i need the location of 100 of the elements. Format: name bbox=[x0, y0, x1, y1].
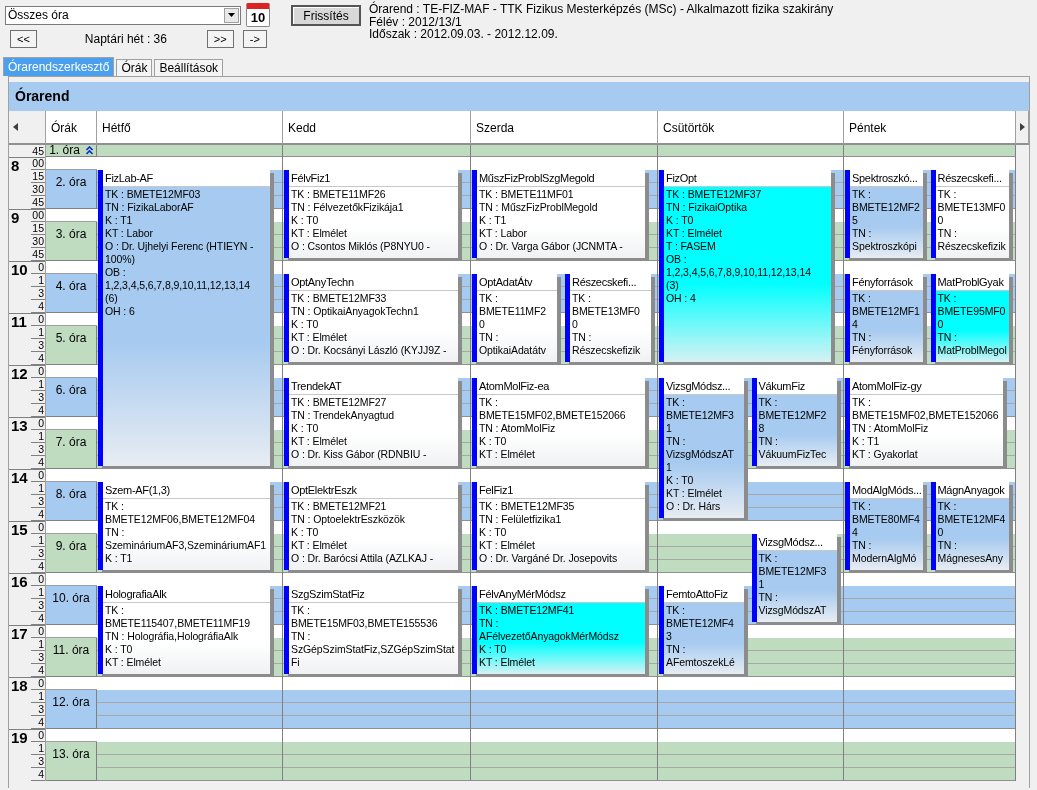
course-detail: TK : bbox=[105, 500, 125, 513]
course-detail: TN : AtomMolFiz bbox=[479, 422, 557, 435]
course-detail: KT : Labor bbox=[479, 227, 528, 240]
course-detail: KT : Elmélet bbox=[479, 448, 536, 461]
course-detail: TN : bbox=[666, 435, 687, 448]
course-detail: T : FASEM bbox=[666, 240, 717, 253]
course-detail: TK : BMETE12MF03 bbox=[105, 188, 202, 201]
time-tick: 4 bbox=[31, 300, 45, 313]
course-detail: O : Csontos Miklós (P8NYU0 - bbox=[291, 240, 431, 253]
time-tick: 45 bbox=[31, 145, 45, 158]
course-detail: BMETE12MF4 bbox=[937, 513, 1007, 526]
course-detail: KT : Elmélet bbox=[291, 331, 348, 344]
course-detail: TN : OptikaiAnyagokTechn1 bbox=[291, 305, 420, 318]
calendar-button[interactable]: 10 bbox=[246, 3, 270, 27]
time-tick: 45 bbox=[31, 248, 45, 261]
course-detail: SzemináriumAF3,SzemináriumAF1 bbox=[105, 539, 268, 552]
course-detail: 100%) bbox=[105, 253, 136, 266]
time-tick: 0 bbox=[31, 677, 45, 690]
course-detail: TK : bbox=[572, 292, 592, 305]
course-detail: TN : bbox=[666, 643, 687, 656]
hour-label: 18 bbox=[10, 678, 28, 693]
go-button[interactable]: -> bbox=[242, 30, 267, 48]
course-detail: Fi bbox=[291, 656, 301, 669]
period-label: 11. óra bbox=[52, 643, 90, 657]
course-detail: BMETE12MF2 bbox=[852, 201, 921, 214]
course-detail: TN : FélvezetőkFizikája1 bbox=[291, 201, 405, 214]
course-detail: TN : bbox=[937, 331, 958, 344]
course-detail: BMETE80MF4 bbox=[852, 513, 921, 526]
course-detail: 0 bbox=[479, 318, 486, 331]
course-detail: K : T0 bbox=[105, 643, 134, 656]
course-detail: (3) bbox=[666, 279, 680, 292]
time-tick: 1 bbox=[31, 378, 45, 391]
time-tick: 1 bbox=[31, 638, 45, 651]
time-tick: 4 bbox=[31, 612, 45, 625]
tab[interactable]: Beállítások bbox=[154, 59, 224, 76]
hour-label: 10 bbox=[10, 262, 28, 277]
hour-label: 17 bbox=[10, 626, 28, 641]
hour-label: 9 bbox=[10, 210, 20, 225]
period-label: 13. óra bbox=[52, 747, 90, 761]
time-tick: 0 bbox=[31, 313, 45, 326]
course-detail: AFélvezetőAnyagokMérMódsz bbox=[479, 630, 620, 643]
collapse-icon[interactable] bbox=[85, 146, 93, 155]
time-tick: 15 bbox=[31, 222, 45, 235]
course-detail: 4 bbox=[852, 526, 859, 539]
course-detail: OB : bbox=[105, 266, 127, 279]
course-detail: KT : Elmélet bbox=[291, 539, 348, 552]
course-detail: K : T1 bbox=[852, 435, 881, 448]
period-label: 8. óra bbox=[55, 487, 87, 501]
time-tick: 3 bbox=[31, 391, 45, 404]
tab[interactable]: Órák bbox=[116, 59, 153, 76]
course-detail: TK : BMETE11MF26 bbox=[291, 188, 387, 201]
period-label: 2. óra bbox=[55, 175, 87, 189]
course-detail: 8 bbox=[758, 422, 766, 435]
scroll-left-icon[interactable] bbox=[13, 123, 18, 131]
course-detail: TN : bbox=[105, 526, 126, 539]
previous-week-button[interactable]: << bbox=[10, 30, 37, 48]
course-detail: KT : Elmélet bbox=[479, 539, 536, 552]
period-select[interactable]: Összes óra bbox=[5, 5, 241, 25]
course-detail: TN : bbox=[479, 331, 500, 344]
time-tick: 3 bbox=[31, 339, 45, 352]
course-detail: KT : Gyakorlat bbox=[852, 448, 919, 461]
course-detail: TK : BMETE12MF27 bbox=[291, 396, 388, 409]
time-tick: 0 bbox=[31, 417, 45, 430]
course-detail: VákuumFizTec bbox=[758, 448, 828, 461]
time-tick: 3 bbox=[31, 703, 45, 716]
time-tick: 00 bbox=[31, 209, 45, 222]
period-label: 10. óra bbox=[52, 591, 90, 605]
course-detail: TN : bbox=[937, 227, 958, 240]
course-detail: K : T0 bbox=[479, 643, 508, 656]
course-detail: O : Dr. Kocsányi László (KYJJ9Z - bbox=[291, 344, 448, 357]
info-line: Órarend : TE-FIZ-MAF - TTK Fizikus Mesterképzés (MSc) - Alkalmazott fizika szakirány bbox=[369, 3, 834, 16]
course-detail: BMETE12MF1 bbox=[852, 305, 921, 318]
course-detail: 1,2,3,4,5,6,7,8,9,10,11,12,13,14 bbox=[666, 266, 812, 279]
course-title: OptAdatÁtv bbox=[477, 274, 557, 291]
period-label: 12. óra bbox=[52, 695, 90, 709]
period-label: 3. óra bbox=[55, 227, 87, 241]
hour-label: 16 bbox=[10, 574, 28, 589]
course-detail: K : T0 bbox=[291, 526, 320, 539]
course-detail: BMETE12MF2 bbox=[758, 409, 828, 422]
course-detail: MágnesesAny bbox=[937, 552, 1004, 565]
course-detail: O : Dr. Varga Gábor (JCNMTA - bbox=[479, 240, 624, 253]
course-detail: TN : bbox=[937, 539, 958, 552]
course-detail: KT : Elmélet bbox=[291, 435, 348, 448]
course-detail: TK : bbox=[479, 396, 499, 409]
course-detail: TK : bbox=[666, 604, 686, 617]
course-detail: BMETE12MF4 bbox=[666, 617, 735, 630]
course-detail: MatProblMegol bbox=[937, 344, 1008, 357]
course-detail: BMETE12MF06,BMETE12MF04 bbox=[105, 513, 256, 526]
refresh-button[interactable]: Frissítés bbox=[291, 5, 361, 26]
course-detail: TN : bbox=[852, 539, 873, 552]
column-header: Órák bbox=[46, 111, 97, 145]
scroll-right-icon[interactable] bbox=[1020, 123, 1025, 131]
column-header: Szerda bbox=[471, 111, 658, 145]
course-detail: TK : bbox=[758, 552, 779, 565]
course-detail: BMETE11MF2 bbox=[479, 305, 548, 318]
course-detail: OptikaiAdatátv bbox=[479, 344, 547, 357]
next-week-button[interactable]: >> bbox=[206, 30, 234, 48]
period-label: 7. óra bbox=[55, 435, 87, 449]
course-detail: OB : bbox=[666, 253, 688, 266]
course-detail: 0 bbox=[937, 318, 945, 331]
